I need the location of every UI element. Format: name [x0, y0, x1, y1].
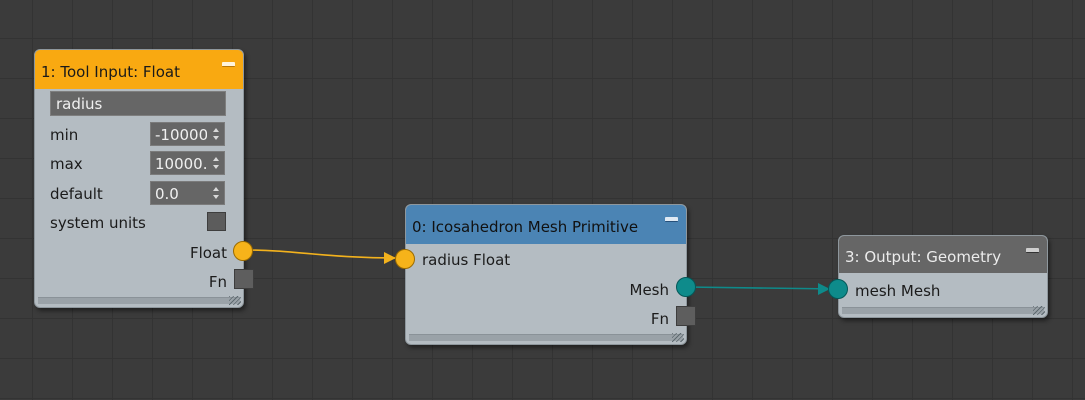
min-value: -10000 — [155, 126, 207, 144]
fn-label: Fn — [208, 273, 227, 291]
mesh-output-port[interactable] — [676, 277, 696, 297]
node-footer — [409, 334, 683, 341]
param-label-max: max — [50, 155, 83, 173]
icosahedron-node[interactable]: 0: Icosahedron Mesh Primitive radius Flo… — [395, 204, 696, 345]
resize-grip-icon[interactable] — [229, 296, 241, 305]
system-units-label: system units — [50, 214, 146, 232]
radius-input-port[interactable] — [395, 249, 415, 269]
tool-input-float-node[interactable]: 1: Tool Input: Float radius min -10000 m… — [34, 49, 254, 308]
default-value: 0.0 — [155, 185, 179, 203]
mesh-wire — [685, 286, 839, 290]
param-label-min: min — [50, 126, 79, 144]
collapse-icon[interactable] — [1026, 248, 1039, 253]
fn-label: Fn — [650, 310, 669, 328]
node-title: 3: Output: Geometry — [845, 248, 1002, 266]
node-title: 1: Tool Input: Float — [41, 63, 180, 81]
resize-grip-icon[interactable] — [672, 333, 684, 342]
node-header[interactable]: 3: Output: Geometry — [839, 236, 1047, 273]
float-output-port[interactable] — [233, 241, 253, 261]
fn-port[interactable] — [234, 269, 254, 289]
node-header[interactable]: 0: Icosahedron Mesh Primitive — [406, 205, 686, 244]
mesh-output-label: Mesh — [629, 281, 670, 299]
output-geometry-node[interactable]: 3: Output: Geometry mesh Mesh — [828, 235, 1048, 318]
collapse-icon[interactable] — [665, 217, 678, 222]
system-units-checkbox[interactable] — [207, 212, 226, 231]
max-value: 10000. — [155, 155, 207, 173]
resize-grip-icon[interactable] — [1033, 306, 1045, 315]
graph-canvas[interactable]: 1: Tool Input: Float radius min -10000 m… — [0, 0, 1085, 400]
node-header[interactable]: 1: Tool Input: Float — [35, 50, 243, 89]
radius-input-label: radius Float — [422, 251, 511, 269]
spinner-arrows-icon[interactable] — [213, 156, 220, 170]
min-spinbox[interactable]: -10000 — [150, 122, 225, 146]
node-footer — [842, 307, 1044, 314]
node-footer — [38, 297, 240, 304]
max-spinbox[interactable]: 10000. — [150, 151, 225, 175]
fn-port[interactable] — [676, 306, 696, 326]
input-name-field[interactable]: radius — [50, 91, 226, 116]
spinner-arrows-icon[interactable] — [213, 186, 220, 200]
spinner-arrows-icon[interactable] — [213, 127, 220, 141]
default-spinbox[interactable]: 0.0 — [150, 181, 225, 205]
node-title: 0: Icosahedron Mesh Primitive — [412, 218, 639, 236]
mesh-input-port[interactable] — [828, 279, 848, 299]
collapse-icon[interactable] — [222, 62, 235, 67]
input-name-value: radius — [56, 95, 103, 113]
float-output-label: Float — [189, 244, 227, 262]
float-wire — [242, 249, 405, 259]
param-label-default: default — [50, 185, 103, 203]
mesh-input-label: mesh Mesh — [855, 282, 941, 300]
